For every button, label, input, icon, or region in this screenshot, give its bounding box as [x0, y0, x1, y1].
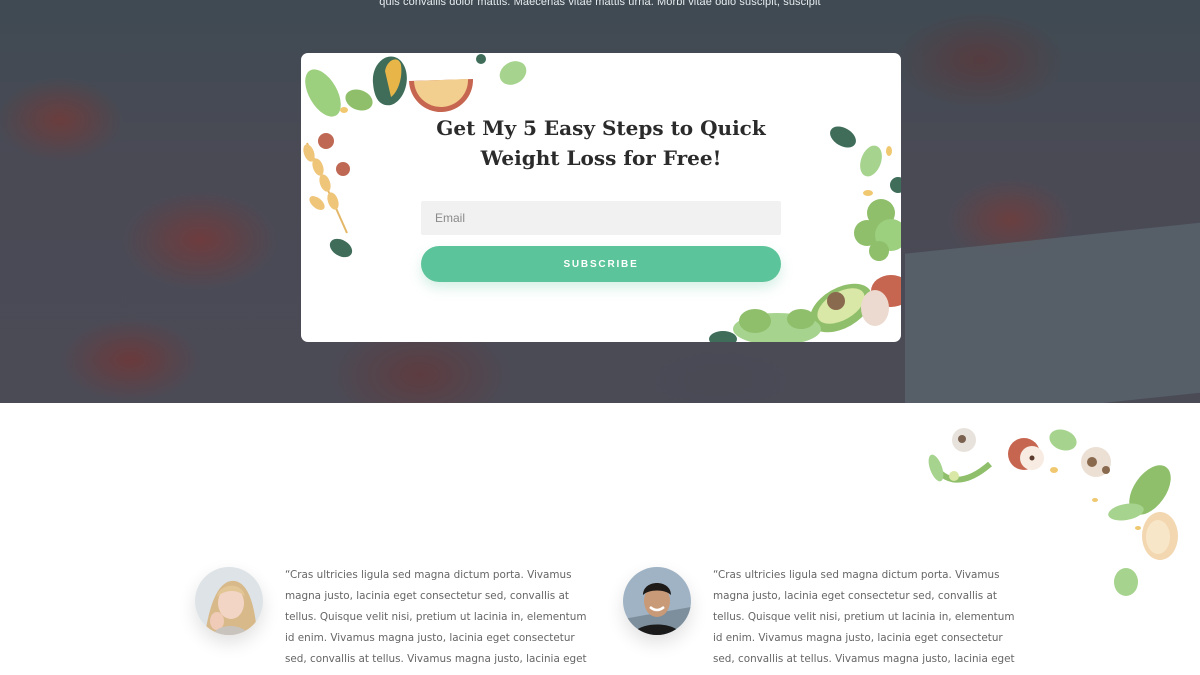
testimonial-quote: “Cras ultricies ligula sed magna dictum …	[713, 569, 1015, 675]
email-input[interactable]	[421, 201, 781, 235]
hero-background-box	[905, 222, 1200, 403]
subscribe-button[interactable]: SUBSCRIBE	[421, 246, 781, 282]
woman-portrait-icon	[195, 567, 263, 635]
avatar	[195, 567, 263, 635]
testimonial-quote: “Cras ultricies ligula sed magna dictum …	[285, 569, 587, 675]
testimonial-card: “Cras ultricies ligula sed magna dictum …	[623, 565, 1023, 675]
food-illustration	[303, 54, 901, 342]
signup-title: Get My 5 Easy Steps to Quick Weight Loss…	[436, 116, 766, 170]
signup-card: Get My 5 Easy Steps to Quick Weight Loss…	[301, 53, 901, 342]
man-portrait-icon	[623, 567, 691, 635]
hero-intro-text: quis convallis dolor mattis. Maecenas vi…	[379, 0, 821, 8]
avatar	[623, 567, 691, 635]
testimonial-card: “Cras ultricies ligula sed magna dictum …	[195, 565, 595, 675]
hero-section: quis convallis dolor mattis. Maecenas vi…	[0, 0, 1200, 403]
